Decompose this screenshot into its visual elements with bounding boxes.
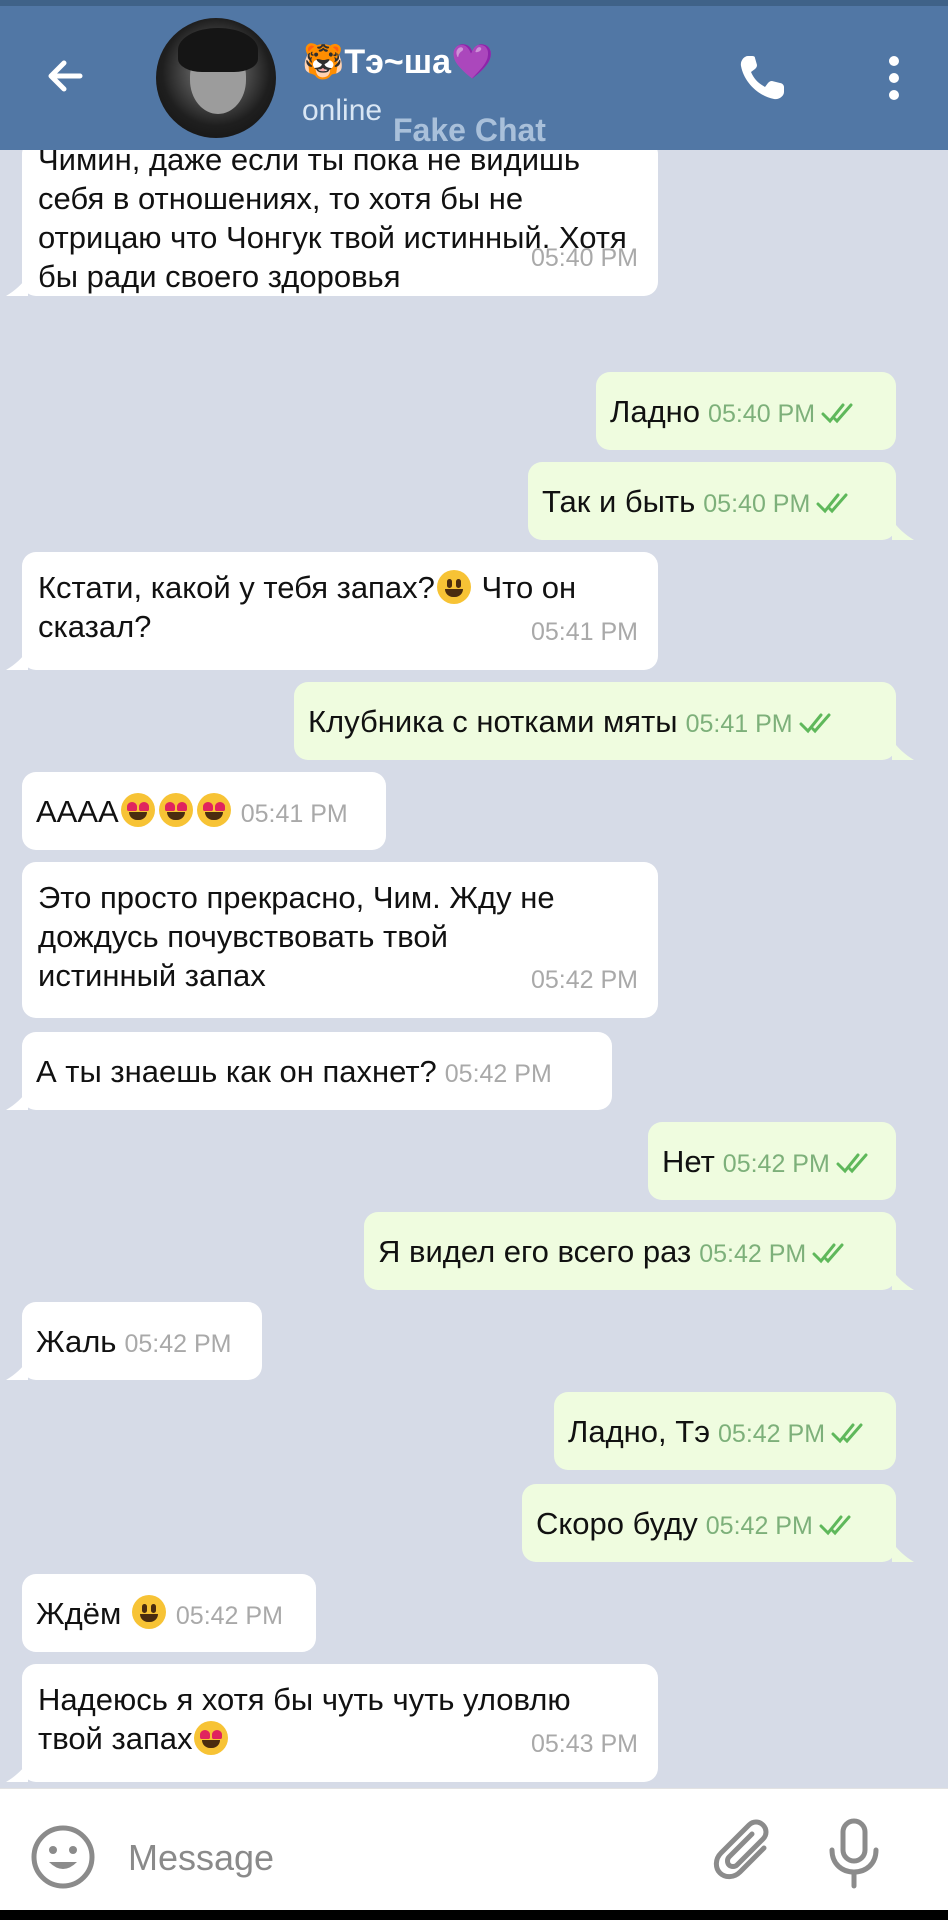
message-incoming[interactable]: АААА 05:41 PM xyxy=(22,772,386,850)
message-meta: 05:41 PM xyxy=(686,705,833,744)
bubble-tail xyxy=(892,520,914,540)
double-check-icon xyxy=(812,1243,844,1264)
back-arrow-icon[interactable] xyxy=(40,51,90,101)
heart-eyes-emoji-icon xyxy=(158,793,193,828)
bubble-tail xyxy=(6,650,28,670)
message-text: Нет xyxy=(662,1143,715,1179)
message-incoming[interactable]: Чимин, даже если ты пока не видишь себя … xyxy=(22,150,658,296)
message-text: Жаль xyxy=(36,1323,117,1359)
heart-eyes-emoji-icon xyxy=(120,793,155,828)
message-text: Так и быть xyxy=(542,483,696,519)
message-incoming[interactable]: А ты знаешь как он пахнет? 05:42 PM xyxy=(22,1032,612,1110)
message-meta: 05:40 PM xyxy=(703,485,850,524)
message-text: Клубника с нотками мяты xyxy=(308,703,678,739)
more-vertical-icon[interactable] xyxy=(882,52,906,104)
divider xyxy=(0,1788,948,1789)
bubble-tail xyxy=(6,276,28,296)
bubble-tail xyxy=(892,1270,914,1290)
message-outgoing[interactable]: Ладно 05:40 PM xyxy=(596,372,896,450)
message-text: Скоро буду xyxy=(536,1505,698,1541)
online-status: online xyxy=(302,94,383,127)
heart-eyes-emoji-icon xyxy=(194,1720,229,1755)
message-incoming[interactable]: Жаль 05:42 PM xyxy=(22,1302,262,1380)
message-text: Ладно, Тэ xyxy=(568,1413,711,1449)
message-time: 05:43 PM xyxy=(530,1730,638,1758)
bubble-tail xyxy=(6,1360,28,1380)
message-time: 05:41 PM xyxy=(240,799,348,828)
message-text: Это просто прекрасно, Чим. Жду не дождус… xyxy=(38,880,564,993)
smiley-emoji-icon xyxy=(436,569,471,604)
paperclip-icon[interactable] xyxy=(712,1818,782,1890)
message-time: 05:41 PM xyxy=(530,618,638,646)
phone-icon[interactable] xyxy=(736,52,788,104)
message-meta: 05:42 PM xyxy=(699,1235,846,1274)
message-time: 05:40 PM xyxy=(708,399,816,428)
chat-title[interactable]: 🐯Тэ~ша💜 xyxy=(302,42,493,82)
bubble-tail xyxy=(6,1762,28,1782)
message-text: АААА xyxy=(36,792,233,831)
watermark: Fake Chat xyxy=(393,112,546,148)
bubble-tail xyxy=(6,1090,28,1110)
message-time: 05:42 PM xyxy=(718,1419,826,1448)
message-time: 05:42 PM xyxy=(175,1601,283,1630)
message-incoming[interactable]: Это просто прекрасно, Чим. Жду не дождус… xyxy=(22,862,658,1018)
message-outgoing[interactable]: Я видел его всего раз 05:42 PM xyxy=(364,1212,896,1290)
message-incoming[interactable]: Надеюсь я хотя бы чуть чуть уловлю твой з… xyxy=(22,1664,658,1782)
message-time: 05:42 PM xyxy=(444,1059,552,1088)
heart-eyes-emoji-icon xyxy=(196,793,231,828)
message-outgoing[interactable]: Клубника с нотками мяты 05:41 PM xyxy=(294,682,896,760)
message-meta: 05:42 PM xyxy=(723,1145,870,1184)
double-check-icon xyxy=(816,493,848,514)
message-time: 05:42 PM xyxy=(705,1511,813,1540)
double-check-icon xyxy=(836,1153,868,1174)
message-meta: 05:42 PM xyxy=(718,1415,865,1454)
avatar-hair xyxy=(178,28,258,72)
double-check-icon xyxy=(831,1423,863,1444)
smile-icon[interactable] xyxy=(30,1824,96,1890)
bubble-tail xyxy=(892,1542,914,1562)
message-text: Я видел его всего раз xyxy=(378,1233,692,1269)
avatar[interactable] xyxy=(156,18,276,138)
smiley-emoji-icon xyxy=(131,1595,166,1630)
nav-bar xyxy=(0,1910,948,1920)
message-incoming[interactable]: Кстати, какой у тебя запах? Что он сказал… xyxy=(22,552,658,670)
microphone-icon[interactable] xyxy=(824,1818,884,1890)
message-composer xyxy=(0,1788,948,1920)
message-time: 05:42 PM xyxy=(699,1239,807,1268)
message-input[interactable] xyxy=(126,1832,670,1884)
message-outgoing[interactable]: Скоро буду 05:42 PM xyxy=(522,1484,896,1562)
message-text: Ладно xyxy=(610,393,701,429)
double-check-icon xyxy=(799,713,831,734)
message-time: 05:40 PM xyxy=(530,244,638,272)
chat-header: 🐯Тэ~ша💜 online Fake Chat xyxy=(0,6,948,150)
message-time: 05:42 PM xyxy=(722,1149,830,1178)
message-meta: 05:42 PM xyxy=(706,1507,853,1546)
message-outgoing[interactable]: Ладно, Тэ 05:42 PM xyxy=(554,1392,896,1470)
message-incoming[interactable]: Ждём 05:42 PM xyxy=(22,1574,316,1652)
message-list[interactable]: Чимин, даже если ты пока не видишь себя … xyxy=(0,150,948,1788)
message-time: 05:41 PM xyxy=(685,709,793,738)
double-check-icon xyxy=(821,403,853,424)
message-text: Ждём xyxy=(36,1594,168,1633)
message-outgoing[interactable]: Так и быть 05:40 PM xyxy=(528,462,896,540)
message-meta: 05:40 PM xyxy=(708,395,855,434)
double-check-icon xyxy=(819,1515,851,1536)
bubble-tail xyxy=(892,740,914,760)
message-time: 05:42 PM xyxy=(530,966,638,994)
message-text: А ты знаешь как он пахнет? xyxy=(36,1053,437,1089)
message-time: 05:42 PM xyxy=(124,1329,232,1358)
message-outgoing[interactable]: Нет 05:42 PM xyxy=(648,1122,896,1200)
message-time: 05:40 PM xyxy=(703,489,811,518)
